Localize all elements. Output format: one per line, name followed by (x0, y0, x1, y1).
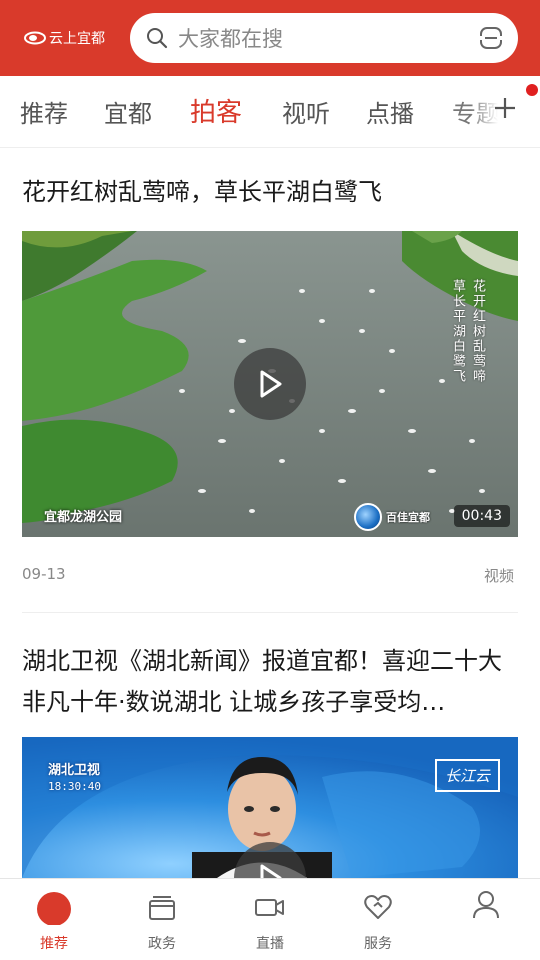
article-title[interactable]: 湖北卫视《湖北新闻》报道宜都！喜迎二十大 非凡十年·数说湖北 让城乡孩子享受均… (22, 641, 518, 723)
video-caption: 宜都龙湖公园 (44, 510, 123, 525)
bottom-navigation: 推荐 政务 直播 服务 (0, 878, 540, 960)
tab-yidu[interactable]: 宜都 (104, 94, 152, 129)
nav-label: 政务 (148, 936, 176, 952)
video-thumbnail[interactable]: 花开红树乱莺啼 草长平湖白鹭飞 宜都龙湖公园 百佳宜都 00:43 (22, 231, 518, 537)
heart-icon (360, 889, 396, 925)
article-type: 视频 (483, 567, 514, 585)
play-button[interactable] (234, 348, 306, 420)
nav-services[interactable]: 服务 (324, 879, 432, 960)
nav-profile[interactable] (432, 879, 540, 960)
station-logo: 百佳宜都 (354, 503, 454, 531)
nav-recommend[interactable]: 推荐 (0, 879, 108, 960)
app-logo[interactable]: 云上宜都 (24, 28, 124, 48)
search-icon (146, 27, 168, 49)
tab-on-demand[interactable]: 点播 (366, 94, 414, 129)
scan-icon[interactable] (478, 25, 504, 51)
app-screen: 云上宜都 大家都在搜 推荐 宜都 拍客 视听 点播 专题 花开红树乱莺啼，草长平… (0, 0, 540, 960)
nav-government[interactable]: 政务 (108, 879, 216, 960)
broadcast-time: 18:30:40 (48, 780, 101, 793)
article-title[interactable]: 花开红树乱莺啼，草长平湖白鹭飞 (22, 172, 518, 213)
nav-label: 直播 (256, 936, 284, 952)
poem-line: 草长平湖白鹭飞 (450, 279, 465, 384)
user-icon (468, 889, 504, 925)
video-duration: 00:43 (453, 505, 510, 527)
play-icon (260, 864, 282, 878)
play-icon (260, 370, 282, 398)
article-date: 09-13 (22, 565, 66, 583)
folder-icon (144, 889, 180, 925)
nav-live[interactable]: 直播 (216, 879, 324, 960)
search-placeholder: 大家都在搜 (178, 27, 283, 51)
poem-overlay: 花开红树乱莺啼 草长平湖白鹭飞 (450, 279, 485, 384)
tab-recommend[interactable]: 推荐 (20, 94, 68, 129)
nav-label: 服务 (364, 936, 392, 952)
globe-icon (354, 503, 382, 531)
app-name: 云上宜都 (49, 31, 105, 47)
top-header: 云上宜都 大家都在搜 (0, 0, 540, 76)
video-camera-icon (252, 889, 288, 925)
platform-badge: 长江云 (434, 759, 500, 792)
channel-name: 湖北卫视 (48, 763, 101, 778)
station-name: 百佳宜都 (386, 511, 430, 524)
divider (22, 612, 518, 613)
tab-paike[interactable]: 拍客 (190, 92, 242, 129)
video-thumbnail[interactable]: 湖北卫视 18:30:40 长江云 (22, 737, 518, 878)
poem-line: 花开红树乱莺啼 (470, 279, 485, 384)
cloud-logo-icon (24, 31, 46, 45)
home-dot-icon (36, 889, 72, 925)
tab-audiovisual[interactable]: 视听 (282, 94, 330, 129)
plus-icon[interactable] (492, 95, 518, 121)
channel-tabs: 推荐 宜都 拍客 视听 点播 专题 (0, 76, 540, 148)
channel-logo: 湖北卫视 18:30:40 (48, 763, 101, 795)
search-bar[interactable]: 大家都在搜 (130, 13, 518, 63)
nav-label: 推荐 (40, 936, 68, 952)
notification-dot (526, 84, 538, 96)
